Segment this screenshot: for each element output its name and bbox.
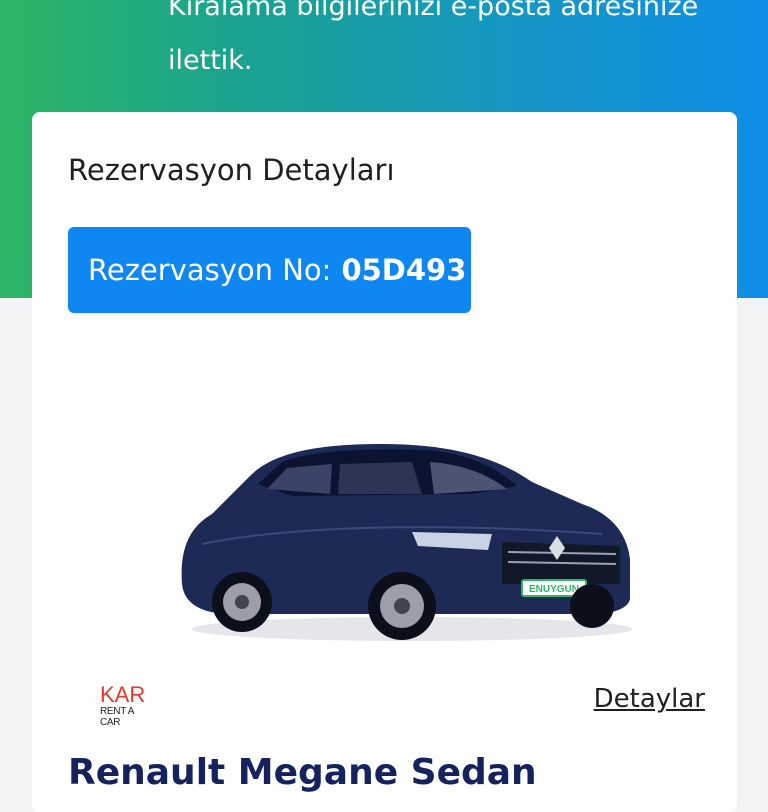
hero-message-line1: Kiralama bilgilerinizi e-posta adresiniz… — [168, 0, 699, 22]
reservation-number-label: Rezervasyon No: — [88, 253, 332, 287]
vendor-logo-subtext: RENT A CAR — [100, 706, 134, 728]
vendor-logo: KAR RENT A CAR — [100, 682, 156, 728]
reservation-card: Rezervasyon Detayları Rezervasyon No: 05… — [32, 112, 737, 812]
details-link[interactable]: Detaylar — [594, 684, 705, 714]
hero-message: Kiralama bilgilerinizi e-posta adresiniz… — [168, 0, 768, 88]
reservation-number-value: 05D493 — [341, 253, 467, 287]
plate-text: ENUYGUN — [529, 584, 579, 595]
vendor-logo-text: KAR — [100, 682, 146, 707]
car-model-name: Renault Megane Sedan — [68, 752, 537, 793]
reservation-number-badge: Rezervasyon No: 05D493 — [68, 227, 471, 313]
reservation-title: Rezervasyon Detayları — [68, 153, 395, 187]
hero-message-line2: ilettik. — [168, 45, 253, 76]
car-image: ENUYGUN — [181, 444, 632, 641]
